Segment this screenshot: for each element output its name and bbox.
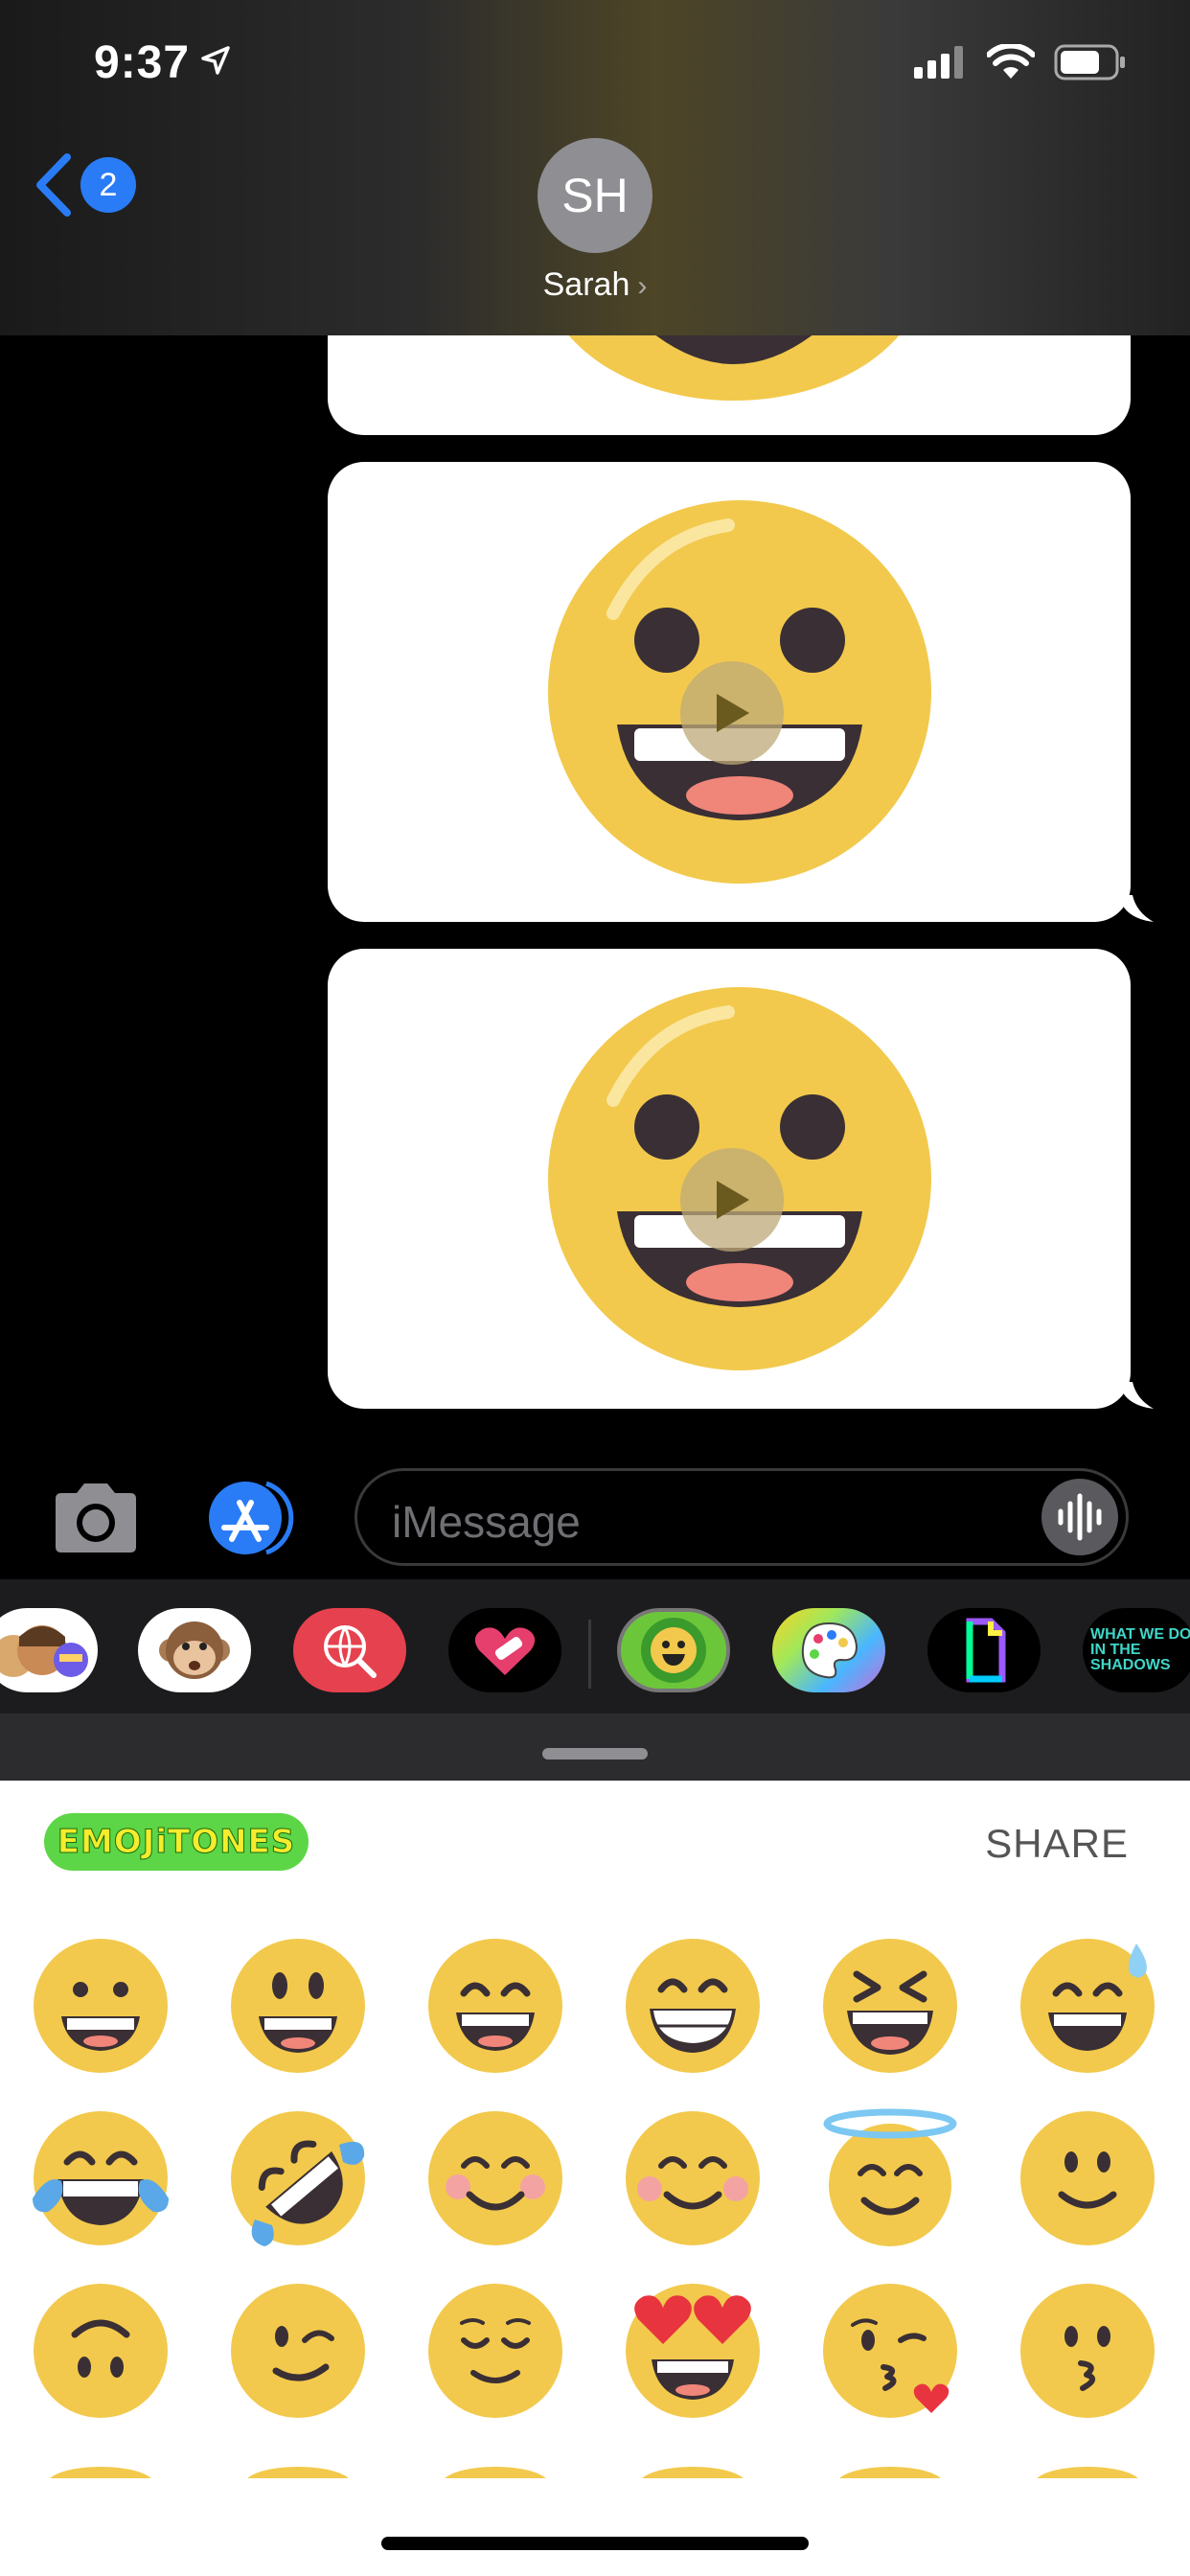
imessage-placeholder: iMessage <box>392 1497 581 1547</box>
web-image-search-app[interactable] <box>293 1608 406 1692</box>
relieved-emoji[interactable] <box>423 2279 567 2423</box>
home-indicator[interactable] <box>381 2537 809 2550</box>
play-icon <box>717 694 749 732</box>
shadows-label: WHAT WE DO IN THE SHADOWS <box>1090 1626 1190 1673</box>
bubble-tail <box>1119 1382 1154 1409</box>
digital-touch-app[interactable] <box>448 1608 561 1692</box>
grinning-emoji[interactable] <box>29 1934 172 2078</box>
emoji-row-partial <box>0 2451 1190 2478</box>
beaming-emoji[interactable] <box>621 1934 765 2078</box>
sweat-smile-emoji[interactable] <box>1016 1934 1159 2078</box>
camera-icon[interactable] <box>50 1482 142 1554</box>
imessage-input[interactable]: iMessage <box>355 1468 1129 1566</box>
halo-emoji[interactable] <box>818 2106 962 2250</box>
bubble-tail <box>1119 895 1154 922</box>
contact-name-button[interactable]: Sarah › <box>0 266 1190 304</box>
message-bubble-partial[interactable] <box>328 335 1131 435</box>
globe-search-icon <box>324 1625 377 1678</box>
emoji-partial <box>50 2467 1138 2478</box>
shadows-app[interactable]: WHAT WE DO IN THE SHADOWS <box>1083 1608 1190 1692</box>
memoji-icon <box>0 1625 88 1677</box>
conversation-header: 9:37 2 SH Sarah › <box>0 0 1190 335</box>
emojitones-panel: EMOJiTONES SHARE <box>0 1781 1190 2576</box>
app-store-icon[interactable] <box>199 1480 307 1556</box>
contact-name: Sarah <box>542 266 630 303</box>
panel-grabber-area[interactable] <box>0 1714 1190 1781</box>
panel-grabber-handle[interactable] <box>542 1748 648 1760</box>
play-button[interactable] <box>680 1148 784 1252</box>
cellular-signal-icon <box>914 46 963 79</box>
paint-app[interactable] <box>772 1608 885 1692</box>
back-button[interactable]: 2 <box>34 153 136 217</box>
upside-down-emoji[interactable] <box>29 2279 172 2423</box>
blushing-emoji[interactable] <box>423 2106 567 2250</box>
heart-eyes-emoji[interactable] <box>621 2279 765 2423</box>
rolling-on-floor-laughing-emoji[interactable] <box>226 2106 370 2250</box>
contact-avatar[interactable]: SH <box>538 138 652 253</box>
emojitones-brand-text: EMOJiTONES <box>57 1823 296 1862</box>
share-button[interactable]: SHARE <box>985 1821 1129 1867</box>
emojitones-logo: EMOJiTONES <box>44 1813 309 1871</box>
imessage-app-drawer: WHAT WE DO IN THE SHADOWS <box>0 1579 1190 1714</box>
drawer-divider <box>588 1620 591 1689</box>
squinting-laughing-emoji[interactable] <box>818 1934 962 2078</box>
status-time: 9:37 <box>94 37 191 88</box>
slightly-smiling-emoji[interactable] <box>1016 2106 1159 2250</box>
emojitones-app[interactable] <box>617 1608 730 1692</box>
location-arrow-icon <box>201 46 230 75</box>
wifi-icon <box>987 44 1035 79</box>
play-button[interactable] <box>680 661 784 765</box>
giphy-icon <box>966 1618 1006 1683</box>
palette-icon <box>801 1622 858 1679</box>
giphy-app[interactable] <box>927 1608 1041 1692</box>
smiling-eyes-emoji[interactable] <box>621 2106 765 2250</box>
play-icon <box>717 1181 749 1219</box>
grinning-smiling-eyes-emoji[interactable] <box>423 1934 567 2078</box>
unread-count-badge: 2 <box>80 157 136 213</box>
waveform-icon <box>1058 1493 1102 1541</box>
kiss-heart-emoji[interactable] <box>818 2279 962 2423</box>
animoji-app[interactable] <box>138 1608 251 1692</box>
grinning-emoji-video-thumbnail <box>568 335 900 401</box>
video-message-bubble[interactable] <box>328 462 1131 922</box>
winking-emoji[interactable] <box>226 2279 370 2423</box>
status-icons <box>914 44 1127 80</box>
memoji-stickers-app[interactable] <box>0 1608 98 1692</box>
emojitones-icon <box>621 1612 726 1689</box>
chevron-left-icon <box>36 153 71 217</box>
chevron-right-icon: › <box>637 270 648 302</box>
heart-bandage-icon <box>474 1627 536 1675</box>
grinning-big-eyes-emoji[interactable] <box>226 1934 370 2078</box>
battery-icon <box>1054 44 1125 80</box>
tears-of-joy-emoji[interactable] <box>29 2106 172 2250</box>
kissing-emoji[interactable] <box>1016 2279 1159 2423</box>
video-message-bubble[interactable] <box>328 949 1131 1409</box>
audio-message-button[interactable] <box>1041 1479 1118 1555</box>
monkey-icon <box>159 1622 230 1679</box>
